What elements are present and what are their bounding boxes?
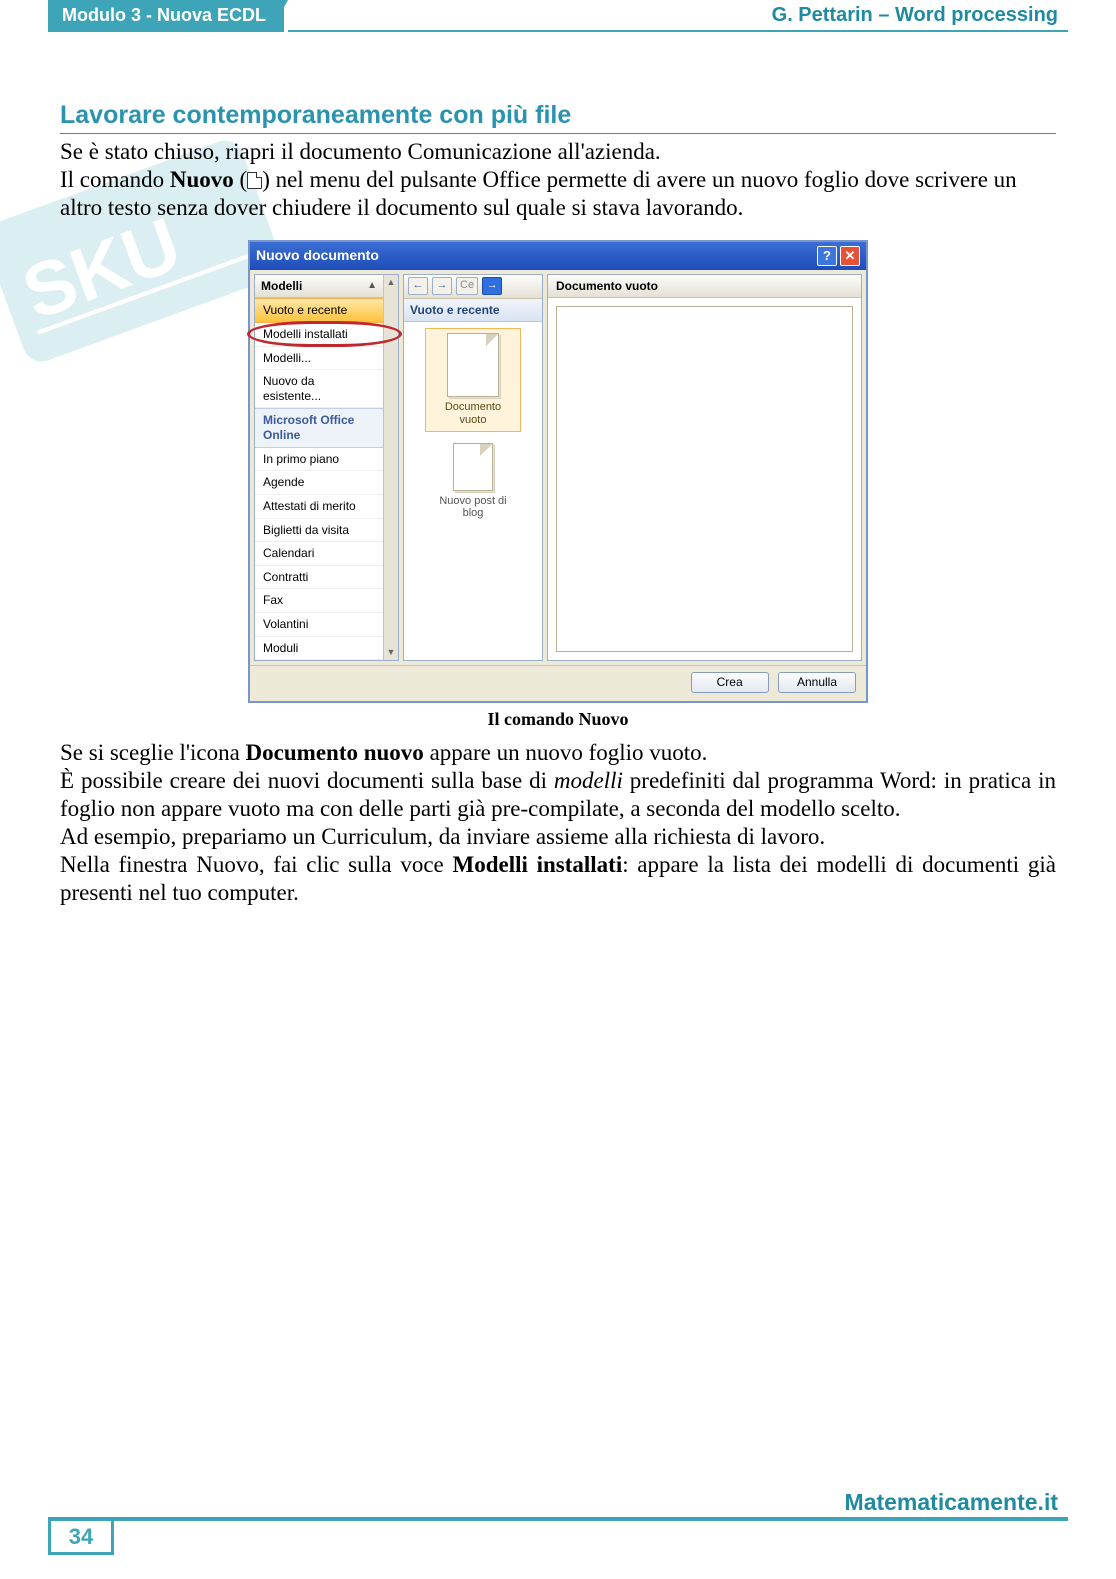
page-header: Modulo 3 - Nuova ECDL G. Pettarin – Word… xyxy=(0,0,1116,40)
paragraph-1b: Il comando Nuovo () nel menu del pulsant… xyxy=(60,166,1056,222)
bold-nuovo: Nuovo xyxy=(170,167,234,192)
paragraph-1a: Se è stato chiuso, riapri il documento C… xyxy=(60,138,1056,166)
text: ( xyxy=(234,167,247,192)
sidebar-item-label: Modelli installati xyxy=(263,327,348,341)
module-tab: Modulo 3 - Nuova ECDL xyxy=(48,0,284,32)
dialog-titlebar: Nuovo documento ? ✕ xyxy=(250,242,866,270)
sidebar-section-office-online: Microsoft Office Online xyxy=(255,408,383,447)
paragraph-2b: È possibile creare dei nuovi documenti s… xyxy=(60,767,1056,823)
dialog-footer: Crea Annulla xyxy=(250,665,866,701)
search-box[interactable]: Ce xyxy=(456,277,478,295)
author-label: G. Pettarin – Word processing xyxy=(772,4,1058,27)
sidebar-item-nuovo-da-esistente[interactable]: Nuovo da esistente... xyxy=(255,370,383,408)
sidebar-item-biglietti[interactable]: Biglietti da visita xyxy=(255,519,383,543)
text: Il comando xyxy=(60,167,170,192)
sidebar-item-attestati[interactable]: Attestati di merito xyxy=(255,495,383,519)
paragraph-2c: Ad esempio, prepariamo un Curriculum, da… xyxy=(60,823,1056,851)
cancel-button[interactable]: Annulla xyxy=(778,672,856,693)
sidebar-item-primo-piano[interactable]: In primo piano xyxy=(255,448,383,472)
page-content: Lavorare contemporaneamente con più file… xyxy=(0,40,1116,907)
tile-label: Documento vuoto xyxy=(430,401,516,426)
new-document-dialog: Nuovo documento ? ✕ Modelli ▲ Vuoto e re… xyxy=(248,240,868,703)
sidebar-item-modelli[interactable]: Modelli... xyxy=(255,347,383,371)
close-button[interactable]: ✕ xyxy=(840,246,860,266)
tile-blog-post[interactable]: Nuovo post di blog xyxy=(425,438,521,525)
blank-doc-icon xyxy=(447,333,499,397)
page-number: 34 xyxy=(48,1521,114,1555)
footer-rule xyxy=(48,1517,1068,1521)
text: È possibile creare dei nuovi documenti s… xyxy=(60,768,554,793)
sidebar-header-label: Modelli xyxy=(261,279,302,294)
sidebar-item-volantini[interactable]: Volantini xyxy=(255,613,383,637)
create-button[interactable]: Crea xyxy=(691,672,769,693)
page-footer: Matematicamente.it 34 xyxy=(0,1517,1116,1565)
header-rule xyxy=(288,30,1068,32)
tile-label: Nuovo post di blog xyxy=(430,495,516,520)
text: Se si sceglie l'icona xyxy=(60,740,246,765)
bold-modelli-installati: Modelli installati xyxy=(452,852,622,877)
sidebar-item-fax[interactable]: Fax xyxy=(255,589,383,613)
sidebar-item-calendari[interactable]: Calendari xyxy=(255,542,383,566)
gallery-toolbar: ← → Ce → xyxy=(404,275,542,299)
paragraph-2d: Nella finestra Nuovo, fai clic sulla voc… xyxy=(60,851,1056,907)
dialog-title: Nuovo documento xyxy=(256,247,379,264)
help-button[interactable]: ? xyxy=(817,246,837,266)
nav-back-button[interactable]: ← xyxy=(408,277,428,295)
sidebar-scrollbar[interactable]: ▲ ▼ xyxy=(383,275,398,661)
chevron-up-icon[interactable]: ▲ xyxy=(367,280,377,292)
sidebar-item-modelli-installati[interactable]: Modelli installati xyxy=(255,323,383,347)
figure: Nuovo documento ? ✕ Modelli ▲ Vuoto e re… xyxy=(60,240,1056,731)
section-title: Lavorare contemporaneamente con più file xyxy=(60,100,1056,134)
sidebar-item-contratti[interactable]: Contratti xyxy=(255,566,383,590)
tile-documento-vuoto[interactable]: Documento vuoto xyxy=(425,328,521,431)
bold-documento-nuovo: Documento nuovo xyxy=(246,740,424,765)
sidebar-item-moduli[interactable]: Moduli xyxy=(255,637,383,661)
sidebar-item-agende[interactable]: Agende xyxy=(255,471,383,495)
sidebar-item-vuoto-recente[interactable]: Vuoto e recente xyxy=(255,298,383,323)
templates-sidebar: Modelli ▲ Vuoto e recente Modelli instal… xyxy=(254,274,399,662)
scroll-up-icon[interactable]: ▲ xyxy=(387,275,396,290)
italic-modelli: modelli xyxy=(554,768,623,793)
gallery-section-label: Vuoto e recente xyxy=(404,299,542,323)
templates-gallery: ← → Ce → Vuoto e recente Documento vuoto… xyxy=(403,274,543,662)
template-preview: Documento vuoto xyxy=(547,274,862,662)
nav-forward-button[interactable]: → xyxy=(432,277,452,295)
go-button[interactable]: → xyxy=(482,277,502,295)
blog-doc-icon xyxy=(453,443,493,491)
paragraph-2a: Se si sceglie l'icona Documento nuovo ap… xyxy=(60,739,1056,767)
module-tab-tail xyxy=(270,0,288,32)
figure-caption: Il comando Nuovo xyxy=(60,709,1056,731)
text: Nella finestra Nuovo, fai clic sulla voc… xyxy=(60,852,452,877)
new-doc-inline-icon xyxy=(247,172,262,189)
footer-site: Matematicamente.it xyxy=(845,1489,1058,1516)
sidebar-header: Modelli ▲ xyxy=(255,275,383,299)
scroll-down-icon[interactable]: ▼ xyxy=(387,645,396,660)
preview-title: Documento vuoto xyxy=(548,275,861,299)
preview-page xyxy=(556,306,853,652)
text: appare un nuovo foglio vuoto. xyxy=(424,740,708,765)
